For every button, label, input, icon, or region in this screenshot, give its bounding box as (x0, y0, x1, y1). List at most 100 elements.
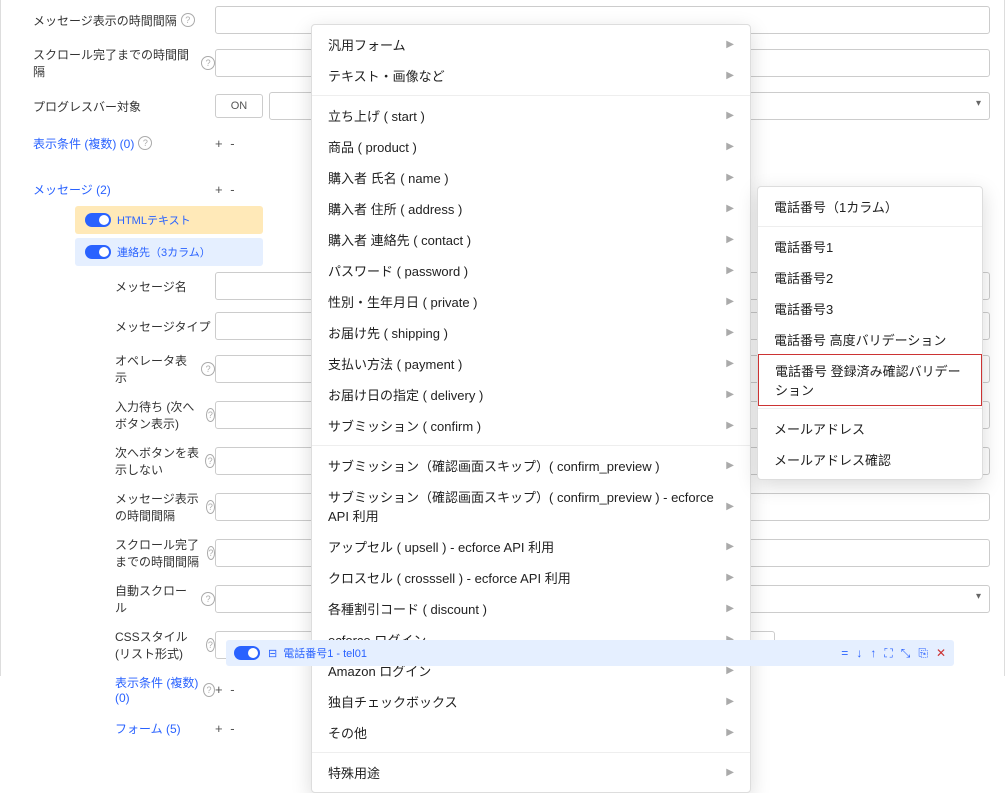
chevron-right-icon: ▶ (726, 727, 734, 738)
label-interval2: メッセージ表示の時間間隔 (115, 490, 202, 524)
chevron-right-icon: ▶ (726, 39, 734, 50)
link-conditions[interactable]: 表示条件 (複数) (0) (33, 135, 134, 152)
help-icon[interactable]: ? (201, 56, 215, 70)
chevron-right-icon: ▶ (726, 603, 734, 614)
chevron-right-icon: ▶ (726, 110, 734, 121)
form-item-label: 電話番号1 - tel01 (283, 645, 367, 661)
label-progress: プログレスバー対象 (33, 98, 141, 115)
chevron-right-icon: ▶ (726, 389, 734, 400)
dropdown-submenu-contact: 電話番号（1カラム） 電話番号1電話番号2電話番号3電話番号 高度バリデーション電… (757, 186, 983, 480)
dropdown-menu-main: 汎用フォーム▶テキスト・画像など▶ 立ち上げ ( start )▶商品 ( pro… (311, 24, 751, 793)
label-scroll2: スクロール完了までの時間間隔 (115, 536, 203, 570)
chevron-right-icon: ▶ (726, 420, 734, 431)
chevron-right-icon: ▶ (726, 141, 734, 152)
btn-plusminus[interactable]: + - (215, 182, 237, 197)
label-msg-name: メッセージ名 (115, 278, 187, 295)
chevron-right-icon: ▶ (726, 358, 734, 369)
chevron-right-icon: ▶ (726, 234, 734, 245)
menu-item[interactable]: 特殊用途▶ (312, 757, 750, 788)
btn-plusminus[interactable]: + - (215, 721, 237, 736)
help-icon[interactable]: ? (206, 638, 215, 652)
submenu-item[interactable]: 電話番号 登録済み確認バリデーション (758, 354, 982, 406)
chevron-right-icon: ▶ (726, 541, 734, 552)
menu-item[interactable]: サブミッション（確認画面スキップ）( confirm_preview ) - e… (312, 481, 750, 531)
label-operator: オペレータ表示 (115, 352, 197, 386)
submenu-item[interactable]: 電話番号1 (758, 231, 982, 262)
menu-item[interactable]: アップセル ( upsell ) - ecforce API 利用▶ (312, 531, 750, 562)
help-icon[interactable]: ? (206, 408, 215, 422)
menu-item[interactable]: 支払い方法 ( payment )▶ (312, 348, 750, 379)
chevron-right-icon: ▶ (726, 696, 734, 707)
toggle-icon[interactable] (85, 213, 111, 227)
submenu-title[interactable]: 電話番号（1カラム） (758, 191, 982, 222)
chevron-right-icon: ▶ (726, 296, 734, 307)
chevron-right-icon: ▶ (726, 172, 734, 183)
label-autoscroll: 自動スクロール (115, 582, 197, 616)
label-no-next: 次へボタンを表示しない (115, 444, 201, 478)
menu-item[interactable]: 購入者 連絡先 ( contact )▶ (312, 224, 750, 255)
submenu-item[interactable]: メールアドレス (758, 413, 982, 444)
menu-item[interactable]: 購入者 住所 ( address )▶ (312, 193, 750, 224)
action-icon[interactable]: ⤡ (901, 646, 911, 661)
btn-plusminus[interactable]: + - (215, 682, 237, 697)
label-input-wait: 入力待ち (次へボタン表示) (115, 398, 202, 432)
menu-item[interactable]: 汎用フォーム▶ (312, 29, 750, 60)
chevron-right-icon: ▶ (726, 265, 734, 276)
menu-item[interactable]: サブミッション（確認画面スキップ）( confirm_preview )▶ (312, 450, 750, 481)
chevron-right-icon: ▶ (726, 327, 734, 338)
action-icon[interactable]: ⛶ (884, 646, 892, 661)
menu-item[interactable]: サブミッション ( confirm )▶ (312, 410, 750, 441)
menu-item[interactable]: 商品 ( product )▶ (312, 131, 750, 162)
submenu-item[interactable]: 電話番号 高度バリデーション (758, 324, 982, 355)
label-msg-type: メッセージタイプ (115, 318, 211, 335)
menu-item[interactable]: 各種割引コード ( discount )▶ (312, 593, 750, 624)
menu-item[interactable]: テキスト・画像など▶ (312, 60, 750, 91)
action-icon[interactable]: ↑ (870, 646, 876, 661)
help-icon[interactable]: ? (206, 500, 215, 514)
link-messages[interactable]: メッセージ (2) (33, 181, 111, 198)
link-cond2[interactable]: 表示条件 (複数) (0) (115, 674, 199, 705)
chevron-right-icon: ▶ (726, 665, 734, 676)
toggle-icon[interactable] (234, 646, 260, 660)
toggle-on[interactable]: ON (215, 94, 263, 118)
btn-plusminus[interactable]: + - (215, 136, 237, 151)
chevron-right-icon: ▶ (726, 70, 734, 81)
collapse-icon[interactable]: ⊟ (268, 647, 277, 660)
action-icon[interactable]: ⎘ (918, 646, 928, 661)
help-icon[interactable]: ? (138, 136, 152, 150)
submenu-item[interactable]: 電話番号3 (758, 293, 982, 324)
help-icon[interactable]: ? (201, 362, 215, 376)
label-msg-interval: メッセージ表示の時間間隔 (33, 12, 177, 29)
help-icon[interactable]: ? (207, 546, 215, 560)
block-html-text[interactable]: HTMLテキスト (75, 206, 263, 234)
action-icon[interactable]: ✕ (936, 646, 946, 661)
menu-item[interactable]: その他▶ (312, 717, 750, 748)
menu-item[interactable]: 立ち上げ ( start )▶ (312, 100, 750, 131)
block-contact-3col[interactable]: 連絡先（3カラム） (75, 238, 263, 266)
submenu-item[interactable]: メールアドレス確認 (758, 444, 982, 475)
menu-item[interactable]: クロスセル ( crosssell ) - ecforce API 利用▶ (312, 562, 750, 593)
chevron-right-icon: ▶ (726, 767, 734, 778)
action-icon[interactable]: = (841, 646, 848, 661)
chevron-right-icon: ▶ (726, 501, 734, 512)
chevron-right-icon: ▶ (726, 460, 734, 471)
label-scroll-interval: スクロール完了までの時間間隔 (33, 46, 197, 80)
help-icon[interactable]: ? (201, 592, 215, 606)
link-form[interactable]: フォーム (5) (115, 720, 181, 737)
menu-item[interactable]: お届け日の指定 ( delivery )▶ (312, 379, 750, 410)
label-css: CSSスタイル (リスト形式) (115, 628, 202, 662)
menu-item[interactable]: 購入者 氏名 ( name )▶ (312, 162, 750, 193)
toggle-icon[interactable] (85, 245, 111, 259)
help-icon[interactable]: ? (205, 454, 215, 468)
form-item-bar[interactable]: ⊟ 電話番号1 - tel01 = ↓ ↑ ⛶ ⤡ ⎘ ✕ (226, 640, 954, 666)
menu-item[interactable]: 性別・生年月日 ( private )▶ (312, 286, 750, 317)
menu-item[interactable]: パスワード ( password )▶ (312, 255, 750, 286)
menu-item[interactable]: お届け先 ( shipping )▶ (312, 317, 750, 348)
help-icon[interactable]: ? (203, 683, 215, 697)
menu-item[interactable]: 独自チェックボックス▶ (312, 686, 750, 717)
submenu-item[interactable]: 電話番号2 (758, 262, 982, 293)
chevron-right-icon: ▶ (726, 203, 734, 214)
chevron-right-icon: ▶ (726, 572, 734, 583)
action-icon[interactable]: ↓ (856, 646, 862, 661)
help-icon[interactable]: ? (181, 13, 195, 27)
